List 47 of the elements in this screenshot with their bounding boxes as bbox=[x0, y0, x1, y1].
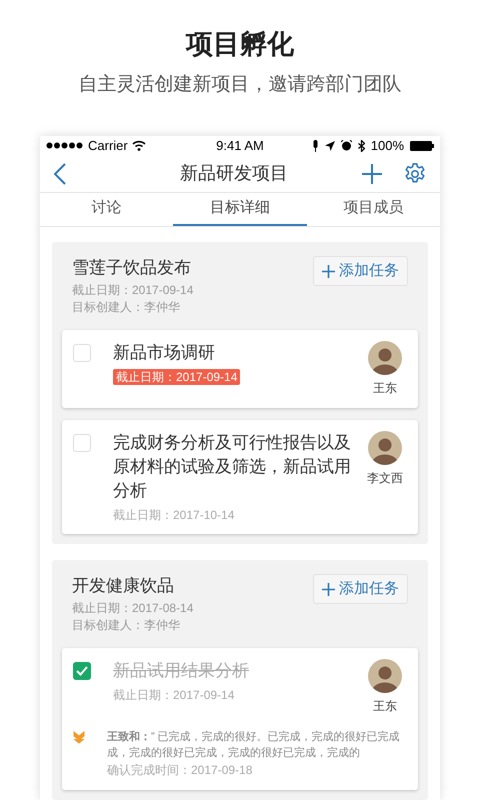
wifi-icon bbox=[132, 140, 146, 152]
checkbox[interactable] bbox=[73, 344, 91, 362]
assignee-name: 王东 bbox=[373, 698, 397, 715]
location-icon bbox=[324, 140, 335, 151]
carrier-label: Carrier bbox=[88, 137, 128, 155]
plus-icon bbox=[322, 264, 335, 278]
overdue-date-badge: 截止日期：2017-09-14 bbox=[113, 369, 240, 385]
status-time: 9:41 AM bbox=[215, 137, 265, 155]
add-task-button[interactable]: 添加任务 bbox=[313, 256, 408, 286]
goal-title: 开发健康饮品 bbox=[72, 575, 175, 597]
checkbox[interactable] bbox=[73, 662, 91, 680]
avatar bbox=[368, 659, 402, 693]
checkbox[interactable] bbox=[73, 434, 91, 452]
task-title: 新品试用结果分析 bbox=[113, 660, 250, 682]
goal-creator: 目标创建人：李仲华 bbox=[72, 299, 181, 316]
alarm-icon bbox=[340, 140, 352, 152]
confirm-time: 确认完成时间：2017-09-18 bbox=[107, 762, 254, 779]
goal-creator: 目标创建人：李仲华 bbox=[72, 617, 181, 634]
nav-title: 新品研发项目 bbox=[179, 162, 289, 186]
tab[interactable]: 讨论 bbox=[40, 192, 174, 226]
goal-due-date: 截止日期：2017-08-14 bbox=[72, 600, 194, 617]
task-title: 完成财务分析及可行性报告以及原材料的试验及筛选，新品试用分析 bbox=[113, 432, 352, 502]
signal-icon bbox=[46, 142, 84, 150]
settings-icon[interactable] bbox=[404, 162, 426, 185]
goal-title: 雪莲子饮品发布 bbox=[72, 257, 192, 279]
goal-due-date: 截止日期：2017-09-14 bbox=[72, 282, 194, 299]
avatar bbox=[368, 431, 402, 465]
back-icon[interactable] bbox=[54, 162, 66, 185]
promo-subtitle: 自主灵活创建新项目，邀请跨部门团队 bbox=[78, 73, 402, 97]
chevron-badge-icon bbox=[73, 731, 85, 745]
add-task-button[interactable]: 添加任务 bbox=[313, 574, 408, 604]
plus-icon bbox=[322, 582, 335, 596]
assignee-name: 王东 bbox=[373, 380, 397, 397]
comment-text: 王致和：” 已完成，完成的很好。已完成，完成的很好已完成成，完成的很好已完成，完成的很好已完成，完成的 bbox=[107, 730, 401, 761]
tab[interactable]: 目标详细 bbox=[173, 192, 307, 226]
microphone-icon bbox=[312, 140, 319, 152]
promo-title: 项目孵化 bbox=[186, 28, 294, 61]
task-due-date: 截止日期：2017-09-14 bbox=[113, 687, 234, 703]
bluetooth-icon bbox=[358, 140, 365, 152]
tab[interactable]: 项目成员 bbox=[306, 192, 440, 226]
avatar bbox=[368, 341, 402, 375]
task-title: 新品市场调研 bbox=[113, 342, 216, 364]
battery-icon bbox=[410, 140, 434, 151]
assignee-name: 李文西 bbox=[367, 470, 403, 487]
task-due-date: 截止日期：2017-10-14 bbox=[113, 507, 234, 523]
battery-percent: 100% bbox=[370, 137, 404, 155]
add-icon[interactable] bbox=[362, 164, 382, 184]
